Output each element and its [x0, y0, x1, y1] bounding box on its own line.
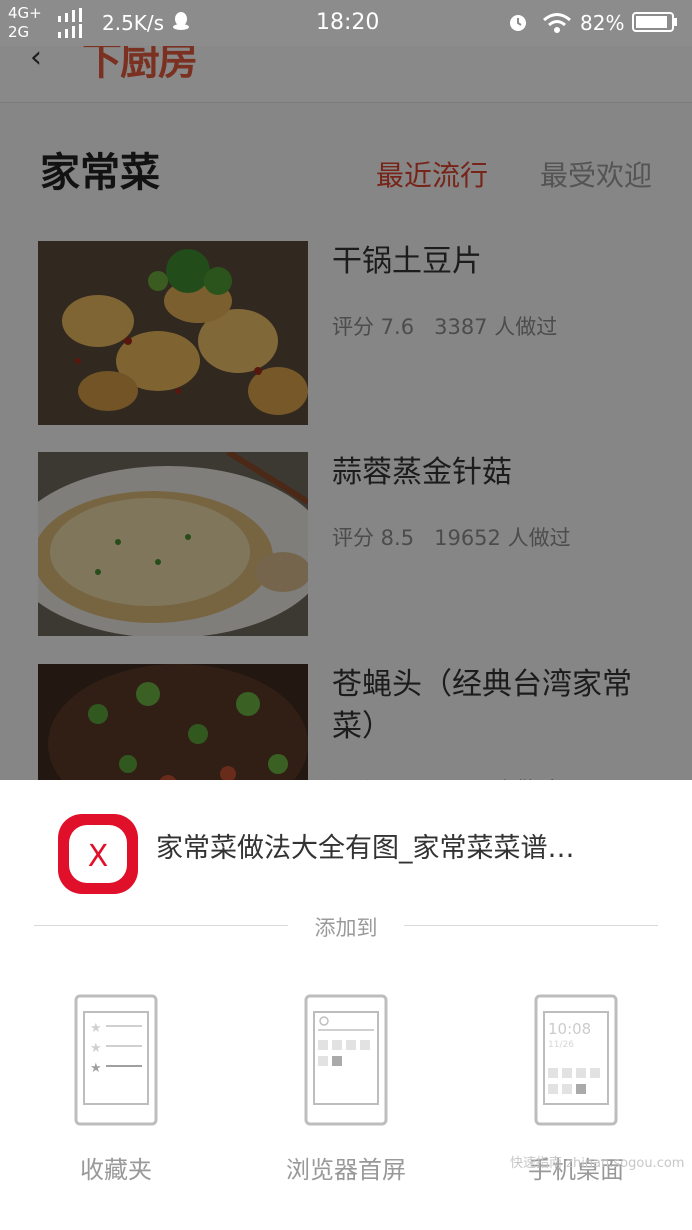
signal-icon [58, 8, 82, 38]
preview-time: 10:08 [548, 1020, 591, 1038]
svg-text:★: ★ [90, 1061, 102, 1076]
bookmarks-icon: ★ ★ ★ [74, 994, 158, 1126]
wifi-icon [543, 13, 571, 33]
svg-text:★: ★ [90, 1021, 102, 1036]
divider [34, 925, 288, 926]
network-2g-label: 2G [8, 23, 30, 41]
browser-homescreen-icon [304, 994, 388, 1126]
preview-date: 11/26 [548, 1040, 574, 1050]
qq-icon [173, 12, 189, 30]
add-to-browser-homescreen-button[interactable]: 浏览器首屏 [246, 994, 446, 1194]
site-favicon-letter: X [88, 839, 109, 874]
alarm-icon [510, 15, 526, 31]
browser-homescreen-label: 浏览器首屏 [286, 1156, 406, 1184]
divider [404, 925, 658, 926]
network-indicator: 4G+ 2G [8, 4, 42, 42]
network-speed: 2.5K/s [102, 11, 165, 35]
network-4g-label: 4G+ [8, 4, 42, 22]
add-to-label: 添加到 [314, 916, 378, 940]
battery-icon [632, 12, 677, 32]
clock: 18:20 [316, 10, 380, 35]
bookmarks-label: 收藏夹 [80, 1156, 152, 1184]
site-favicon-icon: X [58, 814, 138, 894]
add-to-bookmarks-button[interactable]: ★ ★ ★ 收藏夹 [16, 994, 216, 1194]
phone-desktop-icon: 10:08 11/26 [534, 994, 618, 1126]
watermark: 快速指南 zhinan.sogou.com [510, 1156, 685, 1171]
svg-text:★: ★ [90, 1041, 102, 1056]
status-bar: 4G+ 2G 2.5K/s 18:20 82% [0, 0, 692, 46]
site-title: 家常菜做法大全有图_家常菜菜谱… [156, 833, 575, 864]
battery-percent: 82% [580, 11, 625, 35]
